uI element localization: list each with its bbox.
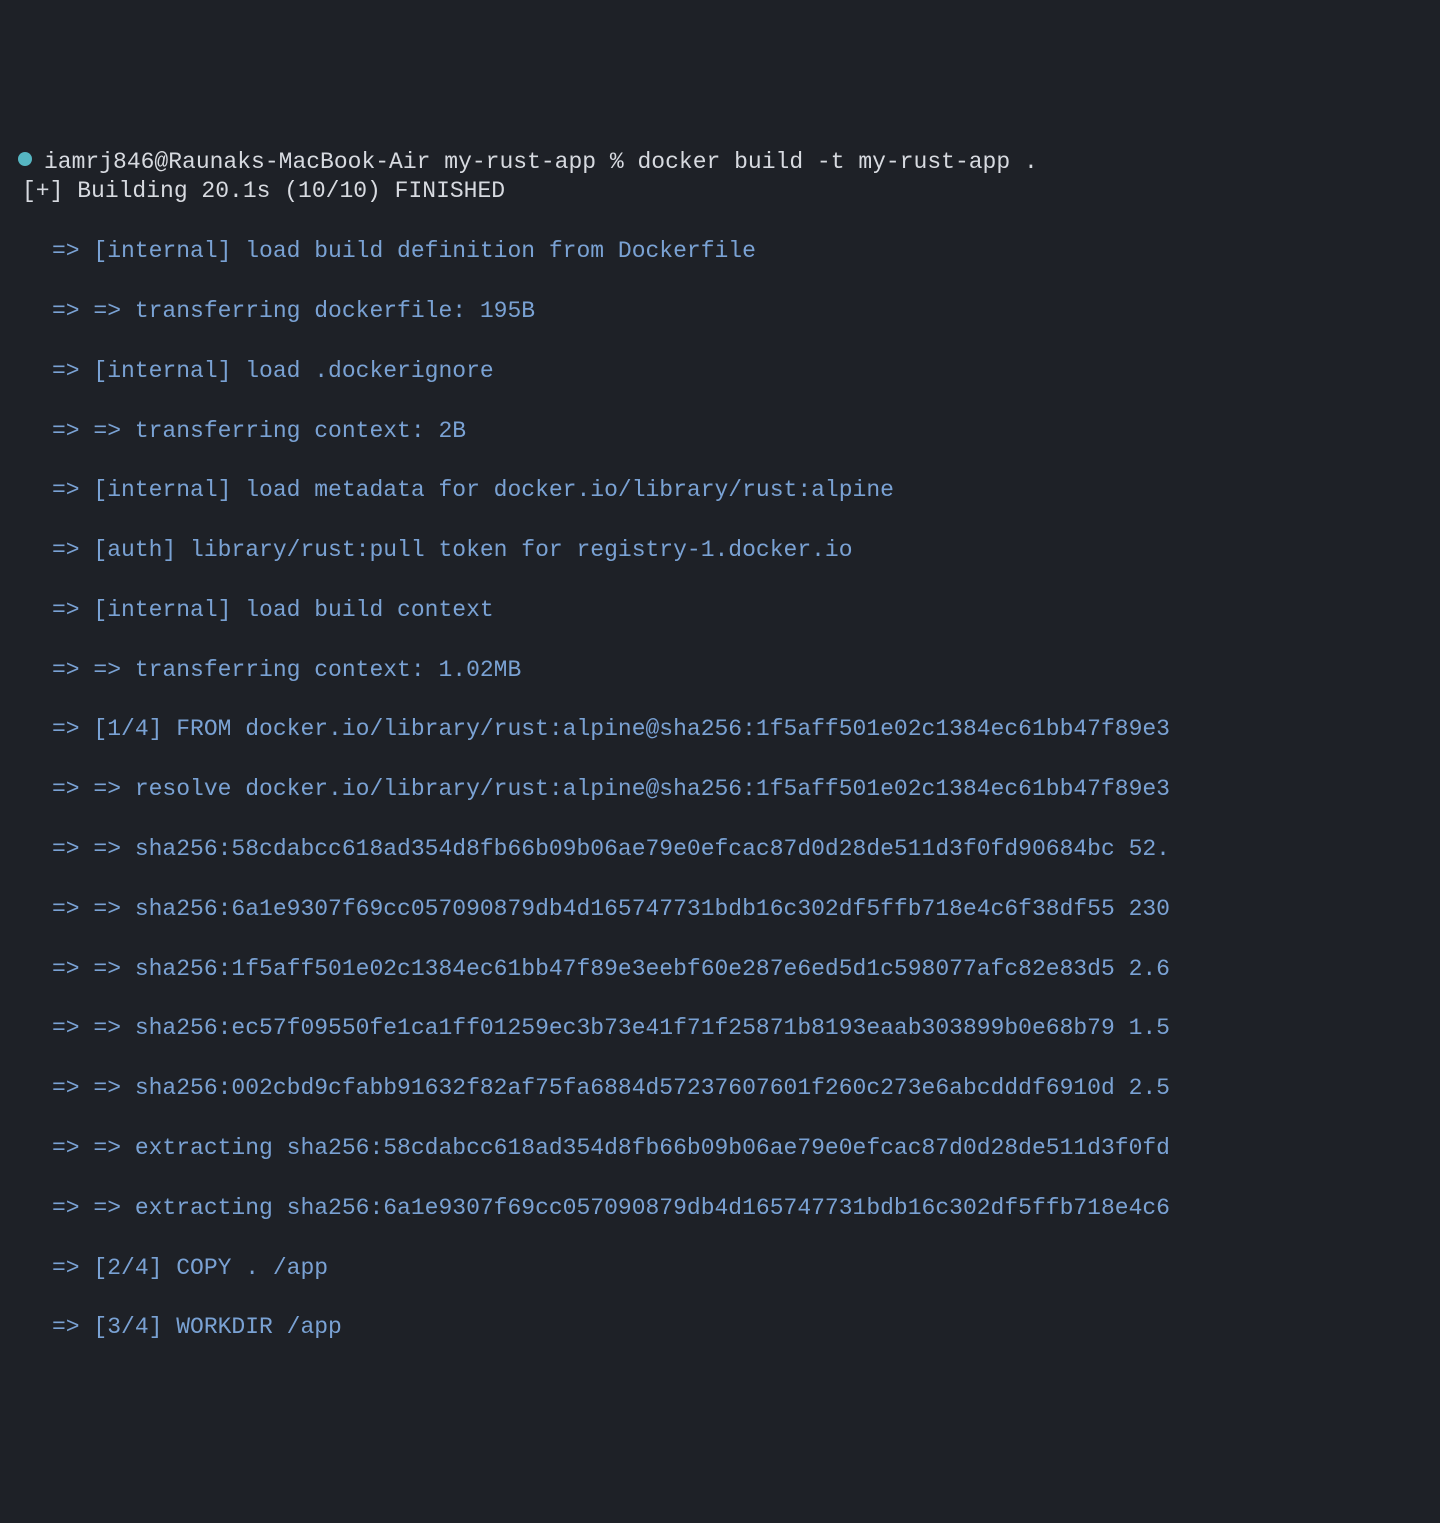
- shell-prompt-line: iamrj846@Raunaks-MacBook-Air my-rust-app…: [44, 149, 1038, 175]
- build-step: => => transferring context: 1.02MB: [0, 656, 1440, 686]
- build-step: => [internal] load build definition from…: [0, 237, 1440, 267]
- build-step: => => sha256:002cbd9cfabb91632f82af75fa6…: [0, 1074, 1440, 1104]
- build-step: => => sha256:ec57f09550fe1ca1ff01259ec3b…: [0, 1014, 1440, 1044]
- build-step: => => sha256:58cdabcc618ad354d8fb66b09b0…: [0, 835, 1440, 865]
- build-step: => => transferring dockerfile: 195B: [0, 297, 1440, 327]
- build-step: => => sha256:6a1e9307f69cc057090879db4d1…: [0, 895, 1440, 925]
- build-step: => => transferring context: 2B: [0, 417, 1440, 447]
- build-step: => [internal] load metadata for docker.i…: [0, 476, 1440, 506]
- prompt-indicator-dot: [18, 152, 32, 166]
- terminal-output: iamrj846@Raunaks-MacBook-Air my-rust-app…: [0, 148, 1440, 1374]
- build-status-line: [+] Building 20.1s (10/10) FINISHED: [0, 177, 1440, 207]
- build-step: => [1/4] FROM docker.io/library/rust:alp…: [0, 715, 1440, 745]
- build-step: => [auth] library/rust:pull token for re…: [0, 536, 1440, 566]
- build-step: => => resolve docker.io/library/rust:alp…: [0, 775, 1440, 805]
- build-step: => [internal] load .dockerignore: [0, 357, 1440, 387]
- build-step: => => extracting sha256:58cdabcc618ad354…: [0, 1134, 1440, 1164]
- build-step: => => sha256:1f5aff501e02c1384ec61bb47f8…: [0, 955, 1440, 985]
- build-step: => => extracting sha256:6a1e9307f69cc057…: [0, 1194, 1440, 1224]
- build-step: => [2/4] COPY . /app: [0, 1254, 1440, 1284]
- build-step: => [3/4] WORKDIR /app: [0, 1313, 1440, 1343]
- build-step: => [internal] load build context: [0, 596, 1440, 626]
